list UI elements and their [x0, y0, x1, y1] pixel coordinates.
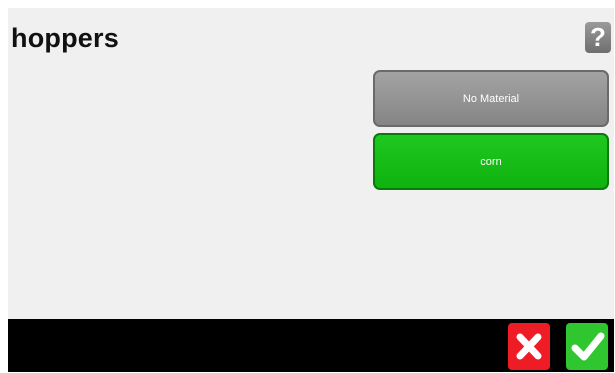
- help-button[interactable]: ?: [585, 22, 611, 53]
- page-title: hoppers: [11, 23, 119, 53]
- confirm-button[interactable]: [566, 323, 608, 370]
- material-option-label: corn: [480, 155, 502, 168]
- cancel-button[interactable]: [508, 323, 550, 370]
- screen-frame: hoppers ? No Material corn: [8, 8, 614, 372]
- bottom-action-bar: [8, 319, 614, 372]
- checkmark-icon: [571, 332, 605, 361]
- close-icon: [516, 333, 542, 360]
- material-option-corn[interactable]: corn: [373, 133, 609, 190]
- question-mark-icon: ?: [590, 22, 606, 52]
- material-option-no-material[interactable]: No Material: [373, 70, 609, 127]
- material-option-label: No Material: [462, 92, 520, 105]
